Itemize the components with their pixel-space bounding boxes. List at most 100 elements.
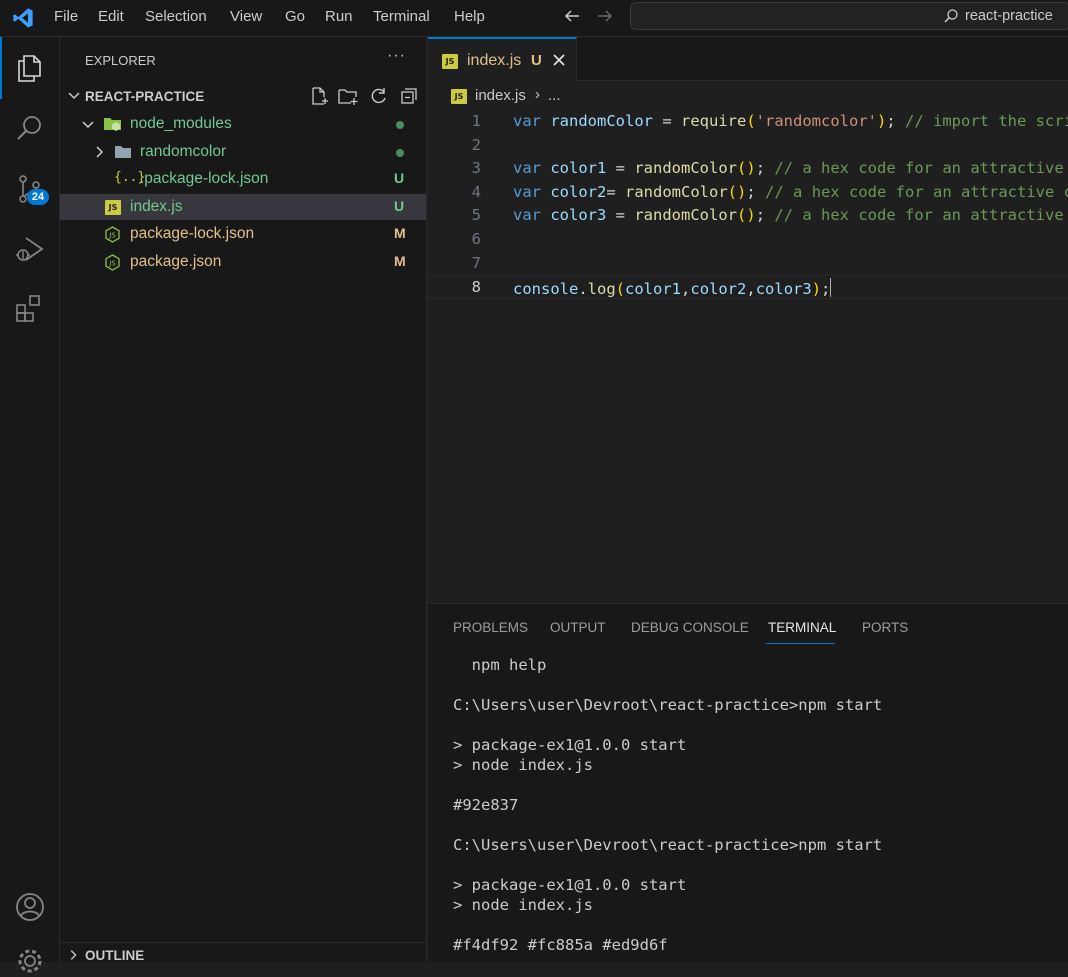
js-file-icon: JS	[442, 54, 458, 69]
menu-terminal[interactable]: Terminal	[373, 8, 430, 25]
menu-view[interactable]: View	[230, 8, 262, 25]
line-number: 5	[471, 206, 481, 224]
line-number: 4	[471, 183, 481, 201]
command-center-label: react-practice	[965, 8, 1053, 24]
tab-index-js[interactable]: JS index.js U	[428, 37, 577, 81]
new-file-icon[interactable]	[309, 86, 329, 106]
refresh-icon[interactable]	[369, 86, 389, 106]
workspace-section-header[interactable]: REACT-PRACTICE	[60, 85, 427, 107]
code-text: var color3 = randomColor(); // a hex cod…	[513, 206, 1064, 224]
tree-item-label: node_modules	[130, 115, 232, 132]
tree-item-node-modules[interactable]: node_modules	[60, 111, 426, 137]
more-actions-icon[interactable]: ···	[387, 47, 406, 65]
menu-run[interactable]: Run	[325, 8, 353, 25]
tab-problems[interactable]: PROBLEMS	[453, 620, 528, 635]
folder-icon	[115, 146, 131, 158]
extensions-icon[interactable]	[14, 293, 46, 325]
line-number: 8	[471, 278, 481, 296]
git-status-badge: U	[394, 198, 405, 214]
code-line[interactable]: 3 var color1 = randomColor(); // a hex co…	[428, 157, 1068, 181]
tab-label: index.js	[467, 52, 522, 69]
tree-item-package-lock[interactable]: JS package-lock.json M	[60, 221, 426, 247]
vscode-logo-icon[interactable]	[11, 7, 35, 29]
tree-item-index-js[interactable]: JS index.js U	[60, 194, 426, 220]
code-line[interactable]: 6	[428, 228, 1068, 252]
tree-item-randomcolor[interactable]: randomcolor	[60, 139, 426, 165]
manage-gear-icon[interactable]	[14, 945, 46, 977]
terminal-line: C:\Users\user\Devroot\react-practice>npm…	[453, 696, 883, 714]
tree-item-label: index.js	[130, 198, 183, 215]
tree-item-label: package-lock.json	[130, 225, 255, 242]
js-file-icon: JS	[105, 200, 121, 215]
breadcrumb-symbol[interactable]: ...	[548, 87, 561, 104]
tree-item-label: .package-lock.json	[140, 170, 269, 187]
active-tab-underline	[766, 643, 835, 644]
menu-go[interactable]: Go	[285, 8, 305, 25]
code-text: var color1 = randomColor(); // a hex cod…	[513, 159, 1064, 177]
git-status-badge: M	[394, 253, 406, 269]
tab-ports[interactable]: PORTS	[862, 620, 908, 635]
git-status-badge: M	[394, 225, 406, 241]
svg-text:JS: JS	[108, 232, 116, 240]
activity-bar: 24	[0, 37, 60, 973]
breadcrumb-file[interactable]: index.js	[475, 87, 526, 104]
menu-help[interactable]: Help	[454, 8, 485, 25]
terminal-line: npm help	[453, 656, 547, 674]
run-debug-icon[interactable]	[14, 233, 46, 265]
search-icon	[944, 9, 958, 23]
explorer-files-icon[interactable]	[14, 52, 46, 84]
explorer-sidebar: EXPLORER ··· REACT-PRACTICE node_modules…	[60, 37, 427, 963]
tree-item-label: package.json	[130, 253, 222, 270]
menu-file[interactable]: File	[54, 8, 78, 25]
source-control-badge: 24	[27, 189, 49, 205]
accounts-icon[interactable]	[14, 891, 46, 923]
node-folder-icon	[104, 118, 121, 131]
workspace-title: REACT-PRACTICE	[85, 89, 205, 104]
code-text: console.log(color1,color2,color3);	[513, 278, 832, 298]
forward-arrow-icon[interactable]	[596, 8, 614, 24]
editor-area: JS index.js U JS index.js › ... 1 var ran…	[428, 37, 1068, 603]
code-line[interactable]: 7	[428, 252, 1068, 276]
nodejs-icon: JS	[105, 226, 120, 243]
tab-terminal[interactable]: TERMINAL	[768, 620, 836, 635]
code-line[interactable]: 8 console.log(color1,color2,color3);	[428, 275, 1068, 299]
status-dot	[396, 121, 404, 129]
terminal-line: > node index.js	[453, 756, 593, 774]
command-center[interactable]: react-practice	[630, 2, 1068, 30]
git-status-badge: U	[394, 170, 405, 186]
line-number: 7	[471, 254, 481, 272]
collapse-all-icon[interactable]	[399, 86, 419, 106]
chevron-right-icon	[70, 950, 77, 960]
close-icon[interactable]	[550, 51, 568, 69]
new-folder-icon[interactable]	[338, 86, 358, 106]
code-line[interactable]: 2	[428, 134, 1068, 158]
chevron-down-icon	[68, 92, 80, 100]
search-icon[interactable]	[14, 112, 46, 144]
line-number: 1	[471, 112, 481, 130]
terminal-line: > package-ex1@1.0.0 start	[453, 876, 687, 894]
code-line[interactable]: 5 var color3 = randomColor(); // a hex co…	[428, 204, 1068, 228]
js-file-icon: JS	[451, 89, 467, 104]
code-text: var color2= randomColor(); // a hex code…	[513, 183, 1068, 201]
outline-title: OUTLINE	[85, 948, 145, 963]
back-arrow-icon[interactable]	[563, 8, 581, 24]
active-indicator	[0, 37, 2, 99]
tab-output[interactable]: OUTPUT	[550, 620, 606, 635]
tree-item-dot-package-lock[interactable]: {..} .package-lock.json U	[60, 166, 426, 192]
outline-section-header[interactable]: OUTLINE	[60, 942, 427, 963]
menu-edit[interactable]: Edit	[98, 8, 124, 25]
terminal-line: #f4df92 #fc885a #ed9d6f	[453, 936, 668, 954]
editor-tab-bar: JS index.js U	[428, 37, 1068, 81]
tab-debug-console[interactable]: DEBUG CONSOLE	[631, 620, 749, 635]
code-line[interactable]: 4 var color2= randomColor(); // a hex cod…	[428, 181, 1068, 205]
chevron-down-icon	[82, 121, 94, 129]
tree-item-label: randomcolor	[140, 143, 227, 160]
code-line[interactable]: 1 var randomColor = require('randomcolor'…	[428, 110, 1068, 134]
menu-selection[interactable]: Selection	[145, 8, 207, 25]
tree-item-package-json[interactable]: JS package.json M	[60, 249, 426, 275]
nodejs-icon: JS	[105, 254, 120, 271]
explorer-title: EXPLORER	[85, 53, 156, 68]
terminal-line: > package-ex1@1.0.0 start	[453, 736, 687, 754]
breadcrumb-separator: ›	[535, 86, 540, 103]
tab-status-badge: U	[531, 52, 542, 69]
